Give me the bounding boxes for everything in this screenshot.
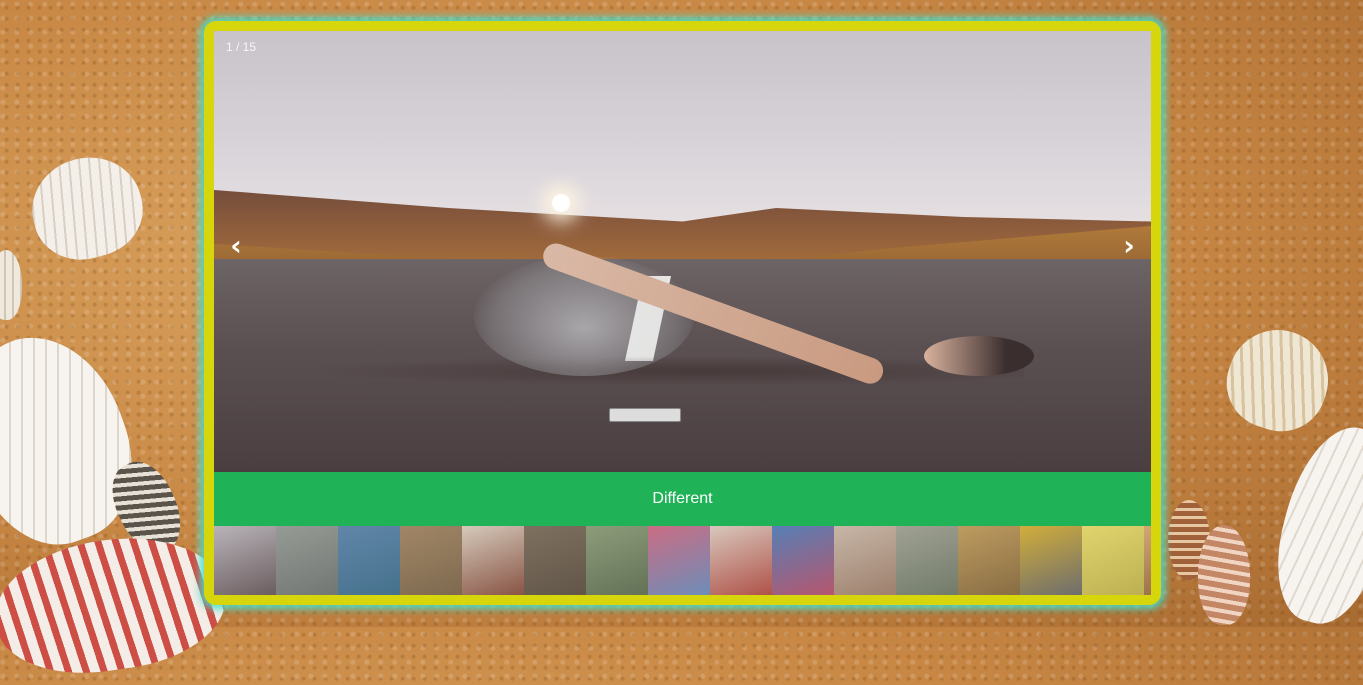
seashell-decoration — [1214, 316, 1342, 444]
seashell-decoration — [0, 250, 22, 320]
thumbnail-hourglass-drawing[interactable] — [462, 526, 524, 595]
seashell-decoration — [1198, 525, 1250, 625]
slide-stage: 1 / 15 ‹ › — [214, 31, 1151, 472]
thumbnail-yellow-umbrella[interactable] — [1020, 526, 1082, 595]
thumbnail-cracked-earth-flower[interactable] — [400, 526, 462, 595]
slide-counter: 1 / 15 — [226, 40, 257, 54]
slider-frame: 1 / 15 ‹ › Different — [204, 21, 1161, 605]
prev-arrow-button[interactable]: ‹ — [218, 226, 254, 266]
thumbnail-partial-next[interactable] — [1144, 526, 1151, 595]
seashell-decoration — [20, 145, 154, 271]
thumbnail-country-road[interactable] — [586, 526, 648, 595]
swimmer-head — [924, 336, 1034, 376]
sun — [552, 194, 570, 212]
sky — [214, 31, 1151, 226]
thumbnail-blue-waterfall[interactable] — [338, 526, 400, 595]
thumbnail-colorful-burst[interactable] — [648, 526, 710, 595]
thumbnail-coffee-book[interactable] — [958, 526, 1020, 595]
slide-caption-text: Different — [652, 490, 713, 507]
thumbnail-chalk-writing[interactable] — [524, 526, 586, 595]
thumbnail-swimmer-road[interactable] — [214, 526, 276, 595]
seashell-decoration — [0, 524, 233, 685]
thumbnail-woman-sketch[interactable] — [834, 526, 896, 595]
next-arrow-button[interactable]: › — [1111, 226, 1147, 266]
water-wake — [304, 356, 1024, 386]
slide-image — [214, 31, 1151, 472]
drain-plate — [609, 408, 681, 422]
thumbnail-painted-wall-person[interactable] — [772, 526, 834, 595]
thumbnail-strip — [214, 526, 1151, 595]
thumbnail-hands-sprout[interactable] — [896, 526, 958, 595]
thumbnail-foggy-landscape[interactable] — [276, 526, 338, 595]
seashell-decoration — [1260, 415, 1363, 635]
thumbnail-smiley-balls[interactable] — [1082, 526, 1144, 595]
thumbnail-red-frame[interactable] — [710, 526, 772, 595]
slide-caption: Different — [214, 472, 1151, 526]
